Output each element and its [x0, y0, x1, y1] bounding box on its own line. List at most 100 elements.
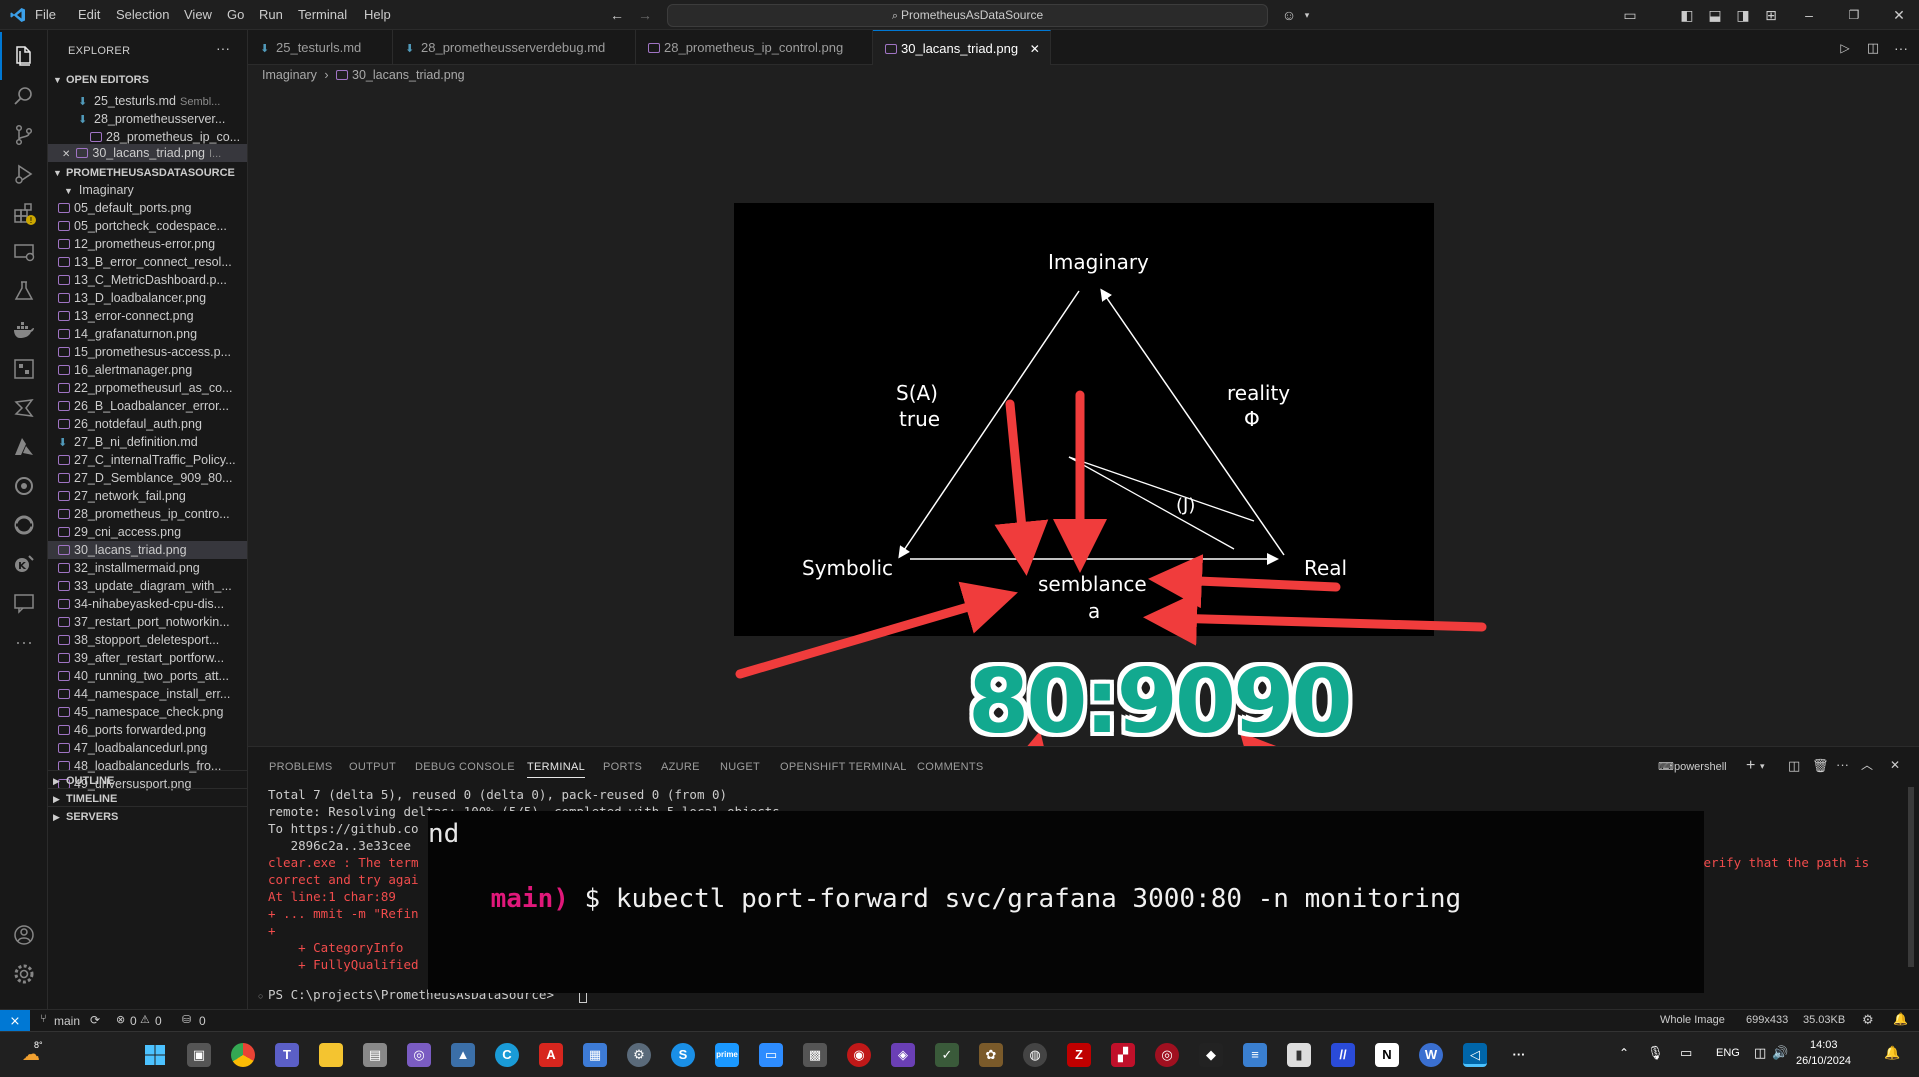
- terminal-line: To https://github.co: [268, 821, 419, 836]
- tab-openshift-terminal[interactable]: OPENSHIFT TERMINAL: [780, 761, 907, 773]
- error-icon: ⊗: [116, 1014, 126, 1026]
- acrobat-icon[interactable]: A: [539, 1043, 563, 1067]
- arrow-from-left: [735, 581, 1018, 679]
- clock-time[interactable]: 14:03: [1810, 1039, 1838, 1051]
- network-icon[interactable]: ◫: [1754, 1045, 1766, 1061]
- app-icon[interactable]: ◍: [1023, 1043, 1047, 1067]
- app-icon[interactable]: ✓: [935, 1043, 959, 1067]
- close-panel-icon[interactable]: ✕: [1890, 758, 1900, 772]
- arrow-from-real: [1148, 554, 1341, 609]
- tab-ports[interactable]: PORTS: [603, 761, 642, 773]
- ports-icon: ⛁: [182, 1014, 192, 1026]
- port-overlay-text: 80:9090: [968, 650, 1353, 753]
- store-icon[interactable]: ▦: [583, 1043, 607, 1067]
- app-icon[interactable]: ▮: [1287, 1043, 1311, 1067]
- terminal-error-line: At line:1 char:89: [268, 889, 396, 904]
- app-icon[interactable]: ▩: [803, 1043, 827, 1067]
- notepad-icon[interactable]: ≡: [1243, 1043, 1267, 1067]
- terminal-error-line: + ... mmit -m "Refin: [268, 906, 419, 921]
- tray-app-icon[interactable]: ▭: [1680, 1045, 1692, 1061]
- app-icon[interactable]: ▤: [363, 1043, 387, 1067]
- new-terminal-icon[interactable]: +: [1746, 757, 1755, 775]
- status-zoom[interactable]: Whole Image: [1660, 1014, 1725, 1026]
- status-filesize: 35.03KB: [1803, 1014, 1846, 1026]
- remote-indicator-icon[interactable]: ⨯: [0, 1010, 30, 1032]
- terminal-error-line: +: [268, 923, 276, 938]
- app-icon[interactable]: //: [1331, 1043, 1355, 1067]
- panel-more-icon[interactable]: ···: [1836, 757, 1849, 772]
- notifications-icon[interactable]: 🔔: [1884, 1045, 1900, 1061]
- arrow-down-left: [994, 399, 1049, 576]
- task-view-icon[interactable]: ▣: [187, 1043, 211, 1067]
- split-terminal-icon[interactable]: ◫: [1788, 758, 1800, 774]
- overlay-prefix: nd: [428, 819, 460, 849]
- volume-icon[interactable]: 🔊: [1772, 1045, 1788, 1061]
- weather-temp: 8°: [34, 1040, 43, 1050]
- tray-chevron-up-icon[interactable]: ⌃: [1619, 1046, 1629, 1060]
- status-ports[interactable]: 0: [199, 1014, 206, 1028]
- command-screenshot-overlay: nd main) $ kubectl port-forward svc/graf…: [428, 811, 1704, 993]
- app-icon[interactable]: ◈: [891, 1043, 915, 1067]
- microphone-icon[interactable]: 🎙: [1647, 1045, 1664, 1061]
- tab-debug-console[interactable]: DEBUG CONSOLE: [415, 761, 515, 773]
- terminal-line: 2896c2a..3e33cee: [268, 838, 411, 853]
- terminal-error-line: + FullyQualified: [268, 957, 419, 972]
- terminal-error-line: + CategoryInfo: [268, 940, 404, 955]
- warning-icon: ⚠: [140, 1014, 150, 1026]
- app-icon[interactable]: ◎: [1155, 1043, 1179, 1067]
- chrome-icon[interactable]: [231, 1043, 255, 1067]
- terminal-prompt-dot: ○: [258, 991, 264, 1001]
- overlay-command: $ kubectl port-forward svc/grafana 3000:…: [568, 884, 1462, 914]
- terminal-shell-icon: ⌨: [1658, 761, 1674, 773]
- overlay-branch: main): [490, 884, 569, 914]
- tab-nuget[interactable]: NUGET: [720, 761, 760, 773]
- arrow-from-right: [1143, 591, 1487, 646]
- status-branch[interactable]: main: [54, 1014, 80, 1028]
- status-warnings[interactable]: 0: [155, 1014, 162, 1028]
- tab-azure[interactable]: AZURE: [661, 761, 700, 773]
- settings-sync-icon[interactable]: ⚙: [1862, 1012, 1874, 1028]
- app-icon[interactable]: ◉: [847, 1043, 871, 1067]
- tab-output[interactable]: OUTPUT: [349, 761, 396, 773]
- shazam-icon[interactable]: S: [671, 1043, 695, 1067]
- status-dimensions: 699x433: [1746, 1014, 1789, 1026]
- notifications-bell-icon[interactable]: 🔔: [1893, 1012, 1908, 1026]
- tab-comments[interactable]: COMMENTS: [917, 761, 984, 773]
- app-icon[interactable]: ✿: [979, 1043, 1003, 1067]
- terminal-scrollbar[interactable]: [1908, 787, 1914, 967]
- app-icon[interactable]: ◆: [1199, 1043, 1223, 1067]
- status-bar: ⨯ ⑂ main ⟳ ⊗ 0 ⚠ 0 ⛁ 0 Whole Image 699x4…: [0, 1009, 1919, 1032]
- status-errors[interactable]: 0: [130, 1014, 137, 1028]
- terminal-error-line: correct and try agai: [268, 872, 419, 887]
- zoom-icon[interactable]: ▭: [759, 1043, 783, 1067]
- filezilla-icon[interactable]: Z: [1067, 1043, 1091, 1067]
- maximize-panel-icon[interactable]: ︿: [1861, 756, 1873, 773]
- file-explorer-icon[interactable]: [319, 1043, 343, 1067]
- app-icon[interactable]: W: [1419, 1043, 1443, 1067]
- sync-icon[interactable]: ⟳: [90, 1013, 100, 1027]
- terminal-error-tail: verify that the path is: [1696, 855, 1870, 870]
- notion-icon[interactable]: N: [1375, 1043, 1399, 1067]
- app-icon[interactable]: ▞: [1111, 1043, 1135, 1067]
- app-icon[interactable]: ◎: [407, 1043, 431, 1067]
- terminal-line: Total 7 (delta 5), reused 0 (delta 0), p…: [268, 787, 728, 802]
- terminal-shell-name[interactable]: powershell: [1674, 761, 1727, 773]
- settings-icon[interactable]: ⚙: [627, 1043, 651, 1067]
- photos-icon[interactable]: ▲: [451, 1043, 475, 1067]
- language-indicator[interactable]: ENG: [1716, 1047, 1740, 1059]
- chevron-down-icon[interactable]: ▾: [1760, 761, 1765, 772]
- teams-icon[interactable]: T: [275, 1043, 299, 1067]
- vscode-taskbar-icon[interactable]: ◁: [1463, 1043, 1487, 1067]
- prime-video-icon[interactable]: prime: [715, 1043, 739, 1067]
- branch-icon: ⑂: [40, 1013, 47, 1025]
- app-icon[interactable]: C: [495, 1043, 519, 1067]
- trash-icon[interactable]: 🗑: [1812, 758, 1829, 774]
- terminal-error-line: clear.exe : The term: [268, 855, 419, 870]
- windows-start-icon[interactable]: [143, 1043, 167, 1067]
- clock-date[interactable]: 26/10/2024: [1796, 1055, 1851, 1067]
- overlay-command-line: main) $ kubectl port-forward svc/grafana…: [428, 854, 1462, 944]
- tab-problems[interactable]: PROBLEMS: [269, 761, 333, 773]
- tab-terminal[interactable]: TERMINAL: [527, 761, 586, 778]
- windows-taskbar: ☁ 8° ▣ T ▤ ◎ ▲ C A ▦ ⚙ S prime ▭ ▩ ◉ ◈ ✓…: [0, 1031, 1919, 1077]
- taskbar-more-icon[interactable]: ···: [1507, 1043, 1531, 1067]
